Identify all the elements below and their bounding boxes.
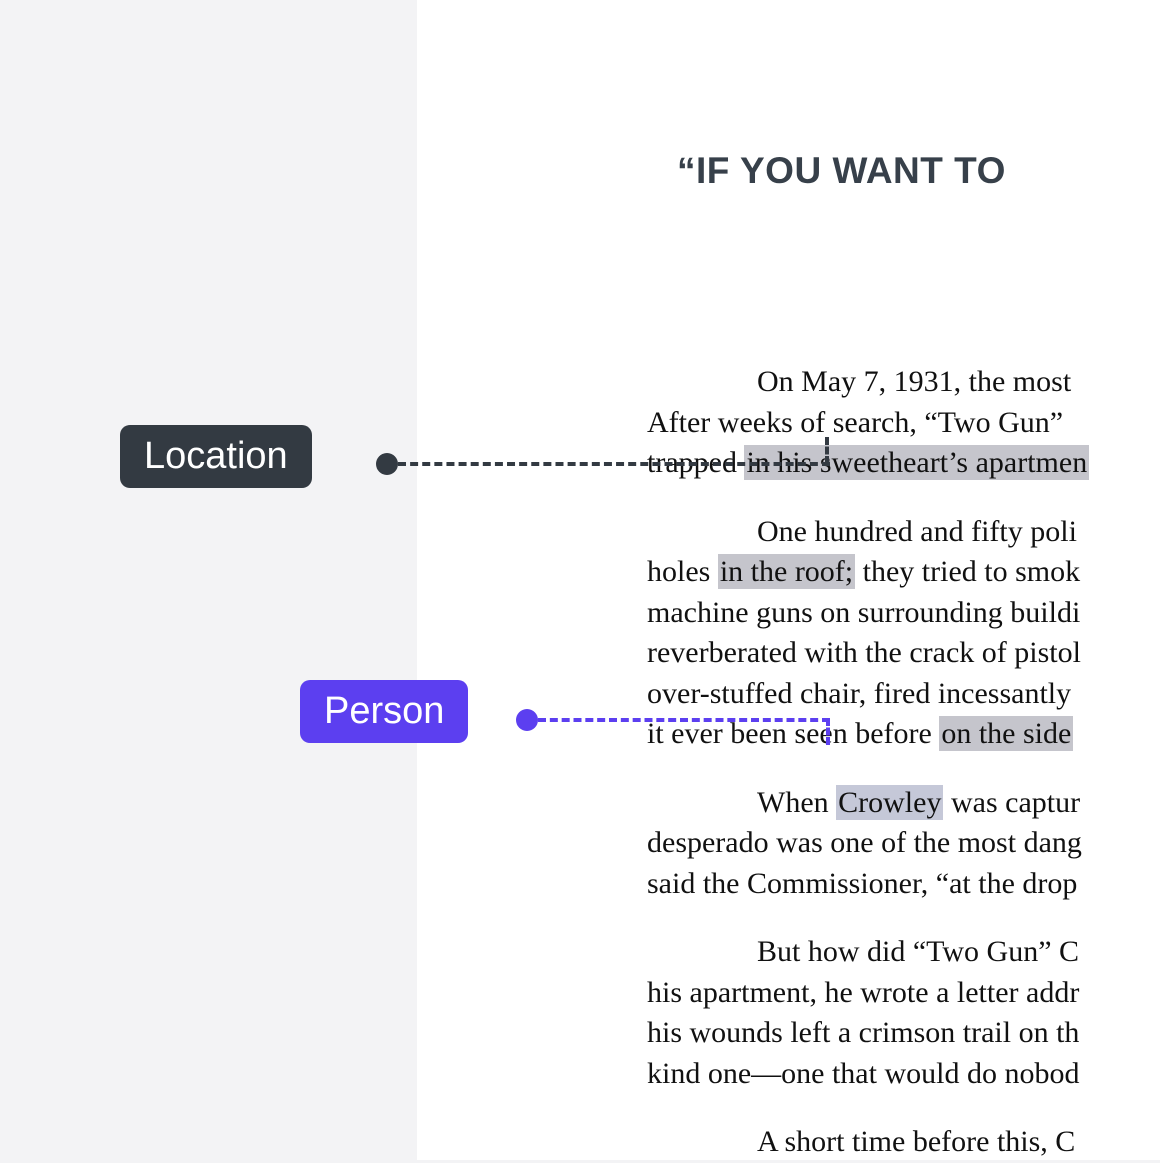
sidebar-panel [0,0,417,1160]
entity-tag-person[interactable]: Person [300,680,468,743]
highlight-person[interactable]: Crowley [836,785,943,820]
connector-dot-location [376,453,398,475]
text-span: was captur [943,786,1080,819]
document-body: On May 7, 1931, the most After weeks of … [647,362,1160,1163]
paragraph-3: When Crowley was captur desperado was on… [647,783,1160,905]
document-panel: “IF YOU WANT TO On May 7, 1931, the most… [417,0,1160,1160]
paragraph-5: A short time before this, C [647,1122,1160,1163]
text-span: After weeks of search, “Two Gun” [647,406,1063,439]
text-span: A short time before this, C [757,1125,1075,1158]
text-span: said the Commissioner, “at the drop [647,867,1077,900]
text-span: his wounds left a crimson trail on th [647,1016,1079,1049]
highlight-location[interactable]: on the side [939,716,1073,751]
text-span: his apartment, he wrote a letter addr [647,976,1079,1009]
text-span: reverberated with the crack of pistol [647,636,1081,669]
text-span: On May 7, 1931, the most [757,365,1071,398]
text-span: desperado was one of the most dang [647,826,1082,859]
connector-line [826,718,830,745]
entity-tag-location[interactable]: Location [120,425,312,488]
connector-line [398,462,830,466]
text-span: But how did “Two Gun” C [757,935,1079,968]
text-span: When [757,786,836,819]
highlight-location[interactable]: in the roof; [718,554,855,589]
connector-line [825,437,829,464]
document-title: “IF YOU WANT TO [677,150,1160,192]
text-span: over-stuffed chair, fired incessantly [647,677,1071,710]
text-span: One hundred and fifty poli [757,515,1077,548]
text-span: kind one—one that would do nobod [647,1057,1079,1090]
text-span: machine guns on surrounding buildi [647,596,1080,629]
paragraph-4: But how did “Two Gun” C his apartment, h… [647,932,1160,1094]
text-span: they tried to smok [855,555,1080,588]
connector-line [538,718,830,722]
connector-dot-person [516,709,538,731]
text-span: holes [647,555,718,588]
